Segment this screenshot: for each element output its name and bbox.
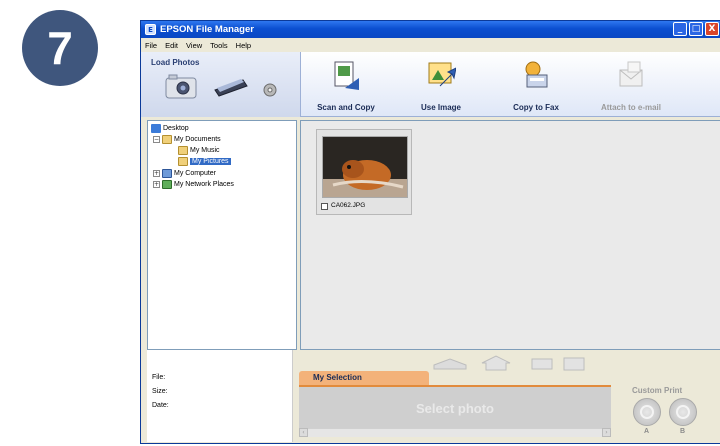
minimize-button[interactable]: _ [673,22,687,36]
file-label: File: [152,374,166,381]
select-photo-placeholder: Select photo [415,401,494,416]
tree-item-my-computer[interactable]: My Computer [162,169,216,178]
selection-action-icons [433,355,585,371]
tree-item-label: My Music [190,147,220,154]
tree-item-my-music[interactable]: My Music [178,146,220,155]
photo-image [322,136,408,198]
horizontal-scrollbar[interactable]: ‹ › [299,428,611,437]
music-folder-icon [178,146,188,155]
custom-print-b-button[interactable] [669,398,697,426]
tree-item-my-network-places[interactable]: My Network Places [162,180,234,189]
attach-to-email-label: Attach to e-mail [600,103,661,112]
expander-my-computer[interactable]: + [153,170,160,177]
rotate-icon [433,358,467,370]
home-icon [481,355,511,371]
menu-bar: File Edit View Tools Help [141,38,720,52]
edit-icon [563,357,585,371]
scroll-right-button[interactable]: › [602,428,611,437]
maximize-button[interactable]: □ [689,22,703,36]
epson-file-manager-window: E EPSON File Manager _ □ X File Edit Vie… [140,20,720,444]
photo-thumbnail[interactable]: CA062.JPG [316,129,412,215]
menu-view[interactable]: View [186,41,202,50]
expander-my-network-places[interactable]: + [153,181,160,188]
menu-help[interactable]: Help [236,41,251,50]
tree-item-label: My Documents [174,136,221,143]
fax-icon [525,61,548,88]
photo-grid: CA062.JPG [300,120,720,350]
scan-and-copy-button[interactable]: Scan and Copy [301,60,391,115]
custom-print-a-label: A [644,428,650,435]
step-number-badge: 7 [22,10,98,86]
menu-tools[interactable]: Tools [210,41,228,50]
expander-my-documents[interactable]: − [153,136,160,143]
scan-and-copy-label: Scan and Copy [317,103,375,112]
tree-item-label: My Network Places [174,181,234,188]
photo-filename: CA062.JPG [331,202,366,209]
copy-to-fax-label: Copy to Fax [513,103,559,112]
photo-info-panel: File: Size: Date: [147,350,293,442]
tree-item-my-pictures[interactable]: My Pictures [178,157,231,166]
pictures-folder-icon [178,157,188,166]
scroll-left-button[interactable]: ‹ [299,428,308,437]
menu-edit[interactable]: Edit [165,41,178,50]
selection-tray: Select photo ‹ › [299,385,611,437]
email-icon [619,61,643,87]
attach-to-email-button[interactable]: Attach to e-mail [586,60,676,115]
tree-item-desktop[interactable]: Desktop [151,124,189,133]
toolbar: Load Photos Scan and Copy Use Image Copy… [141,52,720,117]
scan-copy-icon [334,61,359,90]
folder-icon [162,135,172,144]
window-title: EPSON File Manager [160,24,254,35]
custom-print-a-button[interactable] [633,398,661,426]
title-bar[interactable]: E EPSON File Manager _ □ X [141,21,720,38]
app-icon: E [145,24,156,35]
use-image-label: Use Image [420,103,462,112]
page: 7 E EPSON File Manager _ □ X File Edit V… [0,0,720,446]
my-selection-tab[interactable]: My Selection [299,371,429,385]
use-image-icon [428,62,456,87]
network-icon [162,180,172,189]
selection-area: My Selection Select photo ‹ › Custom Pri… [297,350,720,442]
date-label: Date: [152,402,169,409]
tree-item-my-documents[interactable]: My Documents [162,135,221,144]
close-button[interactable]: X [705,22,719,36]
tree-item-label: My Pictures [190,158,231,165]
load-photos-panel: Load Photos [141,52,301,117]
copy-to-fax-button[interactable]: Copy to Fax [491,60,581,115]
custom-print-title: Custom Print [632,386,683,395]
desktop-icon [151,124,161,133]
size-label: Size: [152,388,168,395]
custom-print-b-label: B [680,428,686,435]
camera-icon[interactable] [165,74,197,100]
tree-item-label: Desktop [163,125,189,132]
photo-checkbox[interactable] [321,203,328,210]
menu-file[interactable]: File [145,41,157,50]
scanner-icon[interactable] [213,76,249,98]
frame-icon [531,358,553,370]
use-image-button[interactable]: Use Image [396,60,486,115]
folder-tree: Desktop − My Documents My Music My Pictu… [147,120,297,350]
print-icon [640,405,654,419]
load-photos-title: Load Photos [151,58,200,67]
disc-icon[interactable] [263,83,277,97]
computer-icon [162,169,172,178]
tree-item-label: My Computer [174,170,217,177]
print-icon [676,405,690,419]
